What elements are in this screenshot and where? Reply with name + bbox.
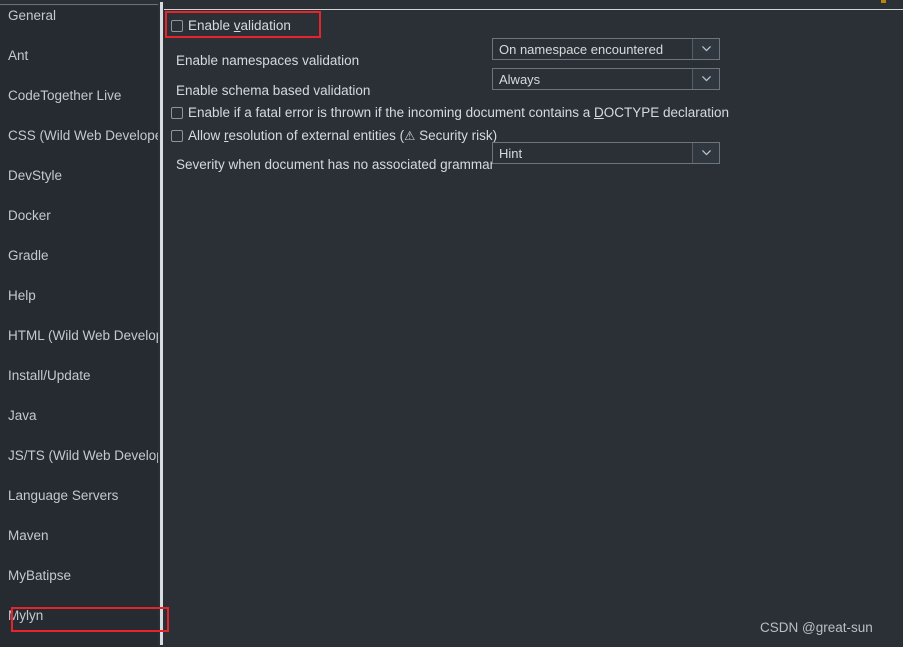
schema-validation-dropdown[interactable]: Always [492,68,720,90]
tree-item-label: CSS (Wild Web Develope [8,128,158,143]
chevron-down-icon[interactable] [692,69,719,89]
amber-marker-icon [881,0,886,3]
enable-validation-row[interactable]: Enable validation [171,18,291,34]
tree-item-label: Java [8,408,37,423]
chevron-down-icon[interactable] [692,143,719,163]
fatal-error-checkbox[interactable] [171,107,183,119]
tree-item-label: HTML (Wild Web Develop [8,328,158,343]
enable-validation-checkbox[interactable] [171,20,183,32]
warning-triangle-icon: ⚠ [404,129,416,143]
sidebar-scrollbar-thumb[interactable] [160,2,163,645]
tree-item-label: MyBatipse [8,568,72,583]
namespaces-validation-value: On namespace encountered [499,41,664,57]
tree-item[interactable]: DevStyle [0,166,158,186]
no-grammar-severity-label: Severity when document has no associated… [176,157,495,172]
tree-item-label: Gradle [8,248,49,263]
tree-item-label: Maven [8,528,49,543]
tree-item-label: Install/Update [8,368,91,383]
no-grammar-severity-value: Hint [499,145,523,161]
schema-validation-label: Enable schema based validation [176,83,371,98]
chevron-down-icon[interactable] [692,39,719,59]
tree-item-label: General [8,8,57,23]
sidebar-top-separator [0,4,158,5]
tree-item[interactable]: Maven [0,526,158,546]
tree-item[interactable]: JS/TS (Wild Web Develop [0,446,158,466]
enable-validation-label: Enable validation [188,18,291,33]
external-entities-label: Allow resolution of external entities (⚠… [188,128,498,143]
no-grammar-severity-dropdown[interactable]: Hint [492,142,720,164]
external-entities-row[interactable]: Allow resolution of external entities (⚠… [171,128,497,144]
tree-item[interactable]: Help [0,286,158,306]
tree-item[interactable]: HTML (Wild Web Develop [0,326,158,346]
tree-item-label: Docker [8,208,51,223]
external-entities-checkbox[interactable] [171,130,183,142]
namespaces-validation-dropdown[interactable]: On namespace encountered [492,38,720,60]
schema-validation-value: Always [499,71,541,87]
tree-item[interactable]: Install/Update [0,366,158,386]
watermark: CSDN @great-sun [760,620,873,635]
tree-item[interactable]: CodeTogether Live [0,86,158,106]
namespaces-validation-label: Enable namespaces validation [176,53,360,68]
tree-item-label: Language Servers [8,488,119,503]
tree-item-label: Ant [8,48,29,63]
preferences-dialog: General Ant CodeTogether Live CSS (Wild Web… [0,0,903,647]
tree-item[interactable]: Gradle [0,246,158,266]
tree-item-label: Help [8,288,36,303]
tree-item-label: CodeTogether Live [8,88,122,103]
fatal-error-row[interactable]: Enable if a fatal error is thrown if the… [171,105,729,121]
tree-item[interactable]: CSS (Wild Web Develope [0,126,158,146]
tree-item[interactable]: Mylyn [0,606,158,626]
tree-item[interactable]: Docker [0,206,158,226]
preferences-tree[interactable]: General Ant CodeTogether Live CSS (Wild Web… [0,6,158,647]
tree-item-label: Mylyn [8,608,44,623]
tree-item[interactable]: Java [0,406,158,426]
tree-item-label: JS/TS (Wild Web Develop [8,448,158,463]
tree-item-label: DevStyle [8,168,63,183]
fatal-error-label: Enable if a fatal error is thrown if the… [188,105,730,120]
tree-item[interactable]: Ant [0,46,158,66]
tree-item[interactable]: General [0,6,158,26]
tree-item[interactable]: Language Servers [0,486,158,506]
validation-settings-panel: Enable validation Enable namespaces vali… [166,12,903,647]
tree-item[interactable]: MyBatipse [0,566,158,586]
